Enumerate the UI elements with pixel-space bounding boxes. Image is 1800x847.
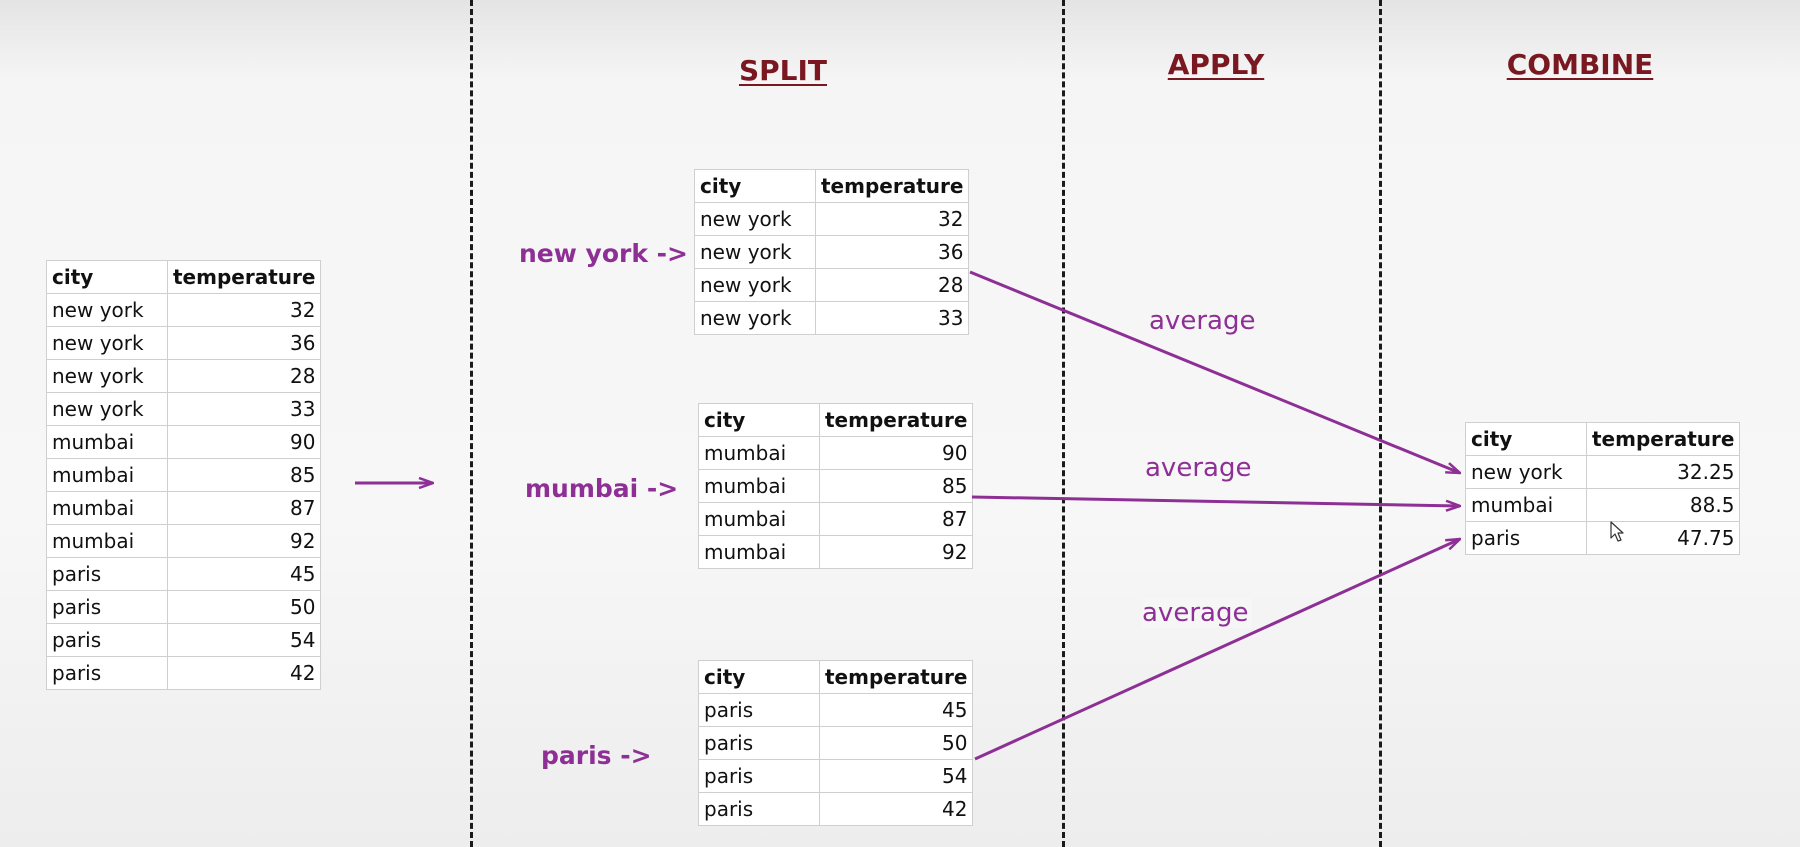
- table-row: mumbai 88.5: [1465, 488, 1741, 522]
- result-table: city temperature new york 32.25 mumbai 88.…: [1465, 422, 1741, 555]
- apply-label-average: average: [1145, 453, 1252, 483]
- temperature-cell: 32.25: [1585, 455, 1741, 489]
- arrow-mumbai-to-result: [971, 495, 1460, 506]
- city-cell: paris: [1465, 521, 1587, 555]
- arrow-paris-to-result: [974, 539, 1460, 761]
- city-cell: mumbai: [1465, 488, 1587, 522]
- apply-label-average: average: [1142, 598, 1253, 628]
- column-header-temperature: temperature: [1585, 422, 1741, 456]
- table-row: new york 32.25: [1465, 455, 1741, 489]
- temperature-cell: 88.5: [1585, 488, 1741, 522]
- apply-label-average: average: [1149, 306, 1256, 336]
- city-cell: new york: [1465, 455, 1587, 489]
- arrow-new-york-to-result: [969, 270, 1460, 473]
- cursor-icon: [1610, 521, 1624, 542]
- column-header-city: city: [1465, 422, 1587, 456]
- table-header-row: city temperature: [1465, 422, 1741, 456]
- table-row: paris 47.75: [1465, 521, 1741, 555]
